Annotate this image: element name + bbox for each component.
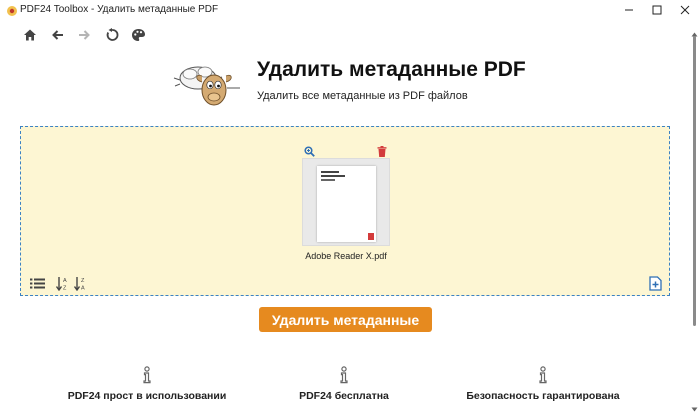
close-button[interactable] — [671, 0, 699, 20]
pdf-badge-icon — [368, 233, 374, 240]
feature-label: PDF24 бесплатна — [299, 390, 389, 402]
scroll-down-icon[interactable] — [691, 399, 698, 417]
arrow-right-icon[interactable] — [74, 26, 94, 44]
info-icon — [535, 366, 551, 384]
feature-label: Безопасность гарантирована — [466, 390, 620, 402]
info-icon — [336, 366, 352, 384]
delete-file-icon[interactable] — [376, 145, 388, 157]
pdf-page-preview — [317, 166, 376, 242]
svg-text:A: A — [63, 278, 67, 284]
feature-easy-to-use: PDF24 прост в использовании — [47, 366, 247, 406]
info-icon — [139, 366, 155, 384]
sort-descending-icon[interactable]: ZA — [73, 275, 87, 291]
add-file-icon[interactable] — [648, 275, 662, 291]
page-subtitle: Удалить все метаданные из PDF файлов — [257, 90, 468, 102]
arrow-left-icon[interactable] — [48, 26, 68, 44]
app-logo-icon — [6, 4, 18, 16]
vertical-scrollbar[interactable] — [690, 22, 698, 412]
page-title: Удалить метаданные PDF — [257, 58, 526, 81]
remove-metadata-button[interactable]: Удалить метаданные — [259, 307, 432, 332]
maximize-button[interactable] — [643, 0, 671, 20]
scrollbar-thumb[interactable] — [693, 36, 696, 326]
list-view-icon[interactable] — [29, 277, 45, 289]
svg-text:A: A — [81, 285, 85, 291]
home-icon[interactable] — [20, 26, 40, 44]
minimize-button[interactable] — [615, 0, 643, 20]
feature-security: Безопасность гарантирована — [443, 366, 643, 406]
zoom-preview-icon[interactable] — [303, 145, 315, 157]
file-drop-zone[interactable]: Adobe Reader X.pdf AZ ZA — [20, 126, 670, 296]
file-name: Adobe Reader X.pdf — [305, 251, 387, 261]
feature-free: PDF24 бесплатна — [244, 366, 444, 406]
palette-icon[interactable] — [128, 26, 148, 44]
feature-label: PDF24 прост в использовании — [67, 390, 227, 402]
file-thumbnail[interactable] — [302, 158, 390, 246]
sheep-mascot — [172, 58, 244, 110]
window-title: PDF24 Toolbox - Удалить метаданные PDF — [20, 4, 219, 15]
svg-text:Z: Z — [63, 285, 67, 291]
refresh-icon[interactable] — [102, 26, 122, 44]
sort-ascending-icon[interactable]: AZ — [55, 275, 69, 291]
svg-text:Z: Z — [81, 278, 85, 284]
title-bar: PDF24 Toolbox - Удалить метаданные PDF — [0, 0, 700, 20]
